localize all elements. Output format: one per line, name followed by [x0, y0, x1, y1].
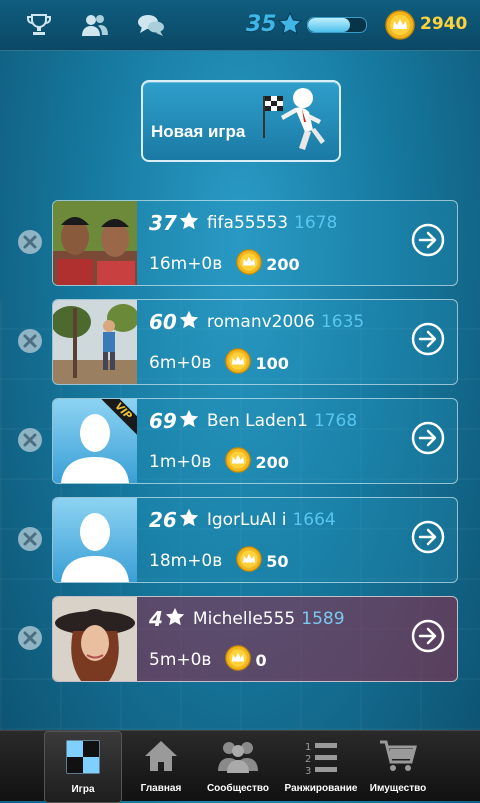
svg-text:1: 1	[305, 742, 311, 753]
player-name: fifa55553	[206, 213, 289, 233]
trophy-icon[interactable]	[24, 10, 54, 40]
bet-amount: 200	[266, 254, 300, 274]
remove-game-icon[interactable]	[17, 625, 43, 651]
player-level: 37	[149, 211, 177, 235]
bottom-navigation: Игра Главная Сообщество 123 Ранжирование…	[0, 730, 480, 803]
chat-icon[interactable]	[136, 10, 166, 40]
nav-label: Главная	[140, 783, 182, 794]
star-icon	[179, 310, 199, 334]
player-info: 4 Michelle555 1589	[149, 607, 345, 631]
game-terms: 18m+0в 50	[149, 546, 289, 576]
player-level: 26	[149, 508, 177, 532]
player-avatar	[53, 201, 137, 285]
join-game-arrow-icon[interactable]	[411, 223, 445, 257]
friends-icon[interactable]	[80, 10, 110, 40]
star-icon	[165, 607, 185, 631]
join-game-arrow-icon[interactable]	[411, 322, 445, 356]
coin-icon	[236, 546, 263, 576]
game-terms: 16m+0в 200	[149, 249, 300, 279]
ranking-icon: 123	[303, 739, 339, 779]
player-info: 37 fifa55553 1678	[149, 211, 337, 235]
game-board-icon	[66, 740, 100, 778]
player-avatar: VIP	[53, 399, 137, 483]
player-avatar	[53, 300, 137, 384]
experience-bar-fill	[308, 18, 350, 32]
player-name: romanv2006	[206, 312, 315, 332]
coin-icon	[236, 249, 263, 279]
player-level: 69	[149, 409, 177, 433]
svg-text:3: 3	[305, 766, 311, 775]
nav-tab-ranking[interactable]: 123 Ранжирование	[280, 731, 362, 801]
home-icon	[143, 739, 179, 777]
nav-tab-community[interactable]: Сообщество	[200, 731, 276, 801]
time-control: 1m+0в	[149, 452, 212, 472]
game-card[interactable]: VIP 69 Ben Laden1 1768 1m+0в 200	[52, 398, 458, 484]
running-figure-flag-icon	[255, 86, 335, 160]
game-terms: 1m+0в 200	[149, 447, 289, 477]
player-info: 60 romanv2006 1635	[149, 310, 364, 334]
join-game-arrow-icon[interactable]	[411, 619, 445, 653]
player-avatar	[53, 597, 137, 681]
player-info: 69 Ben Laden1 1768	[149, 409, 357, 433]
game-card[interactable]: 26 IgorLuAl i 1664 18m+0в 50	[52, 497, 458, 583]
svg-text:2: 2	[305, 754, 311, 765]
player-rating: 1678	[294, 213, 338, 233]
coin-icon	[225, 645, 252, 675]
player-rating: 1664	[292, 510, 336, 530]
player-level: 60	[149, 310, 177, 334]
time-control: 18m+0в	[149, 551, 223, 571]
remove-game-icon[interactable]	[17, 427, 43, 453]
player-rating: 1635	[320, 312, 365, 332]
experience-bar	[307, 17, 367, 33]
join-game-arrow-icon[interactable]	[411, 421, 445, 455]
bet-amount: 200	[255, 452, 289, 472]
player-level: 35	[246, 12, 277, 37]
shopping-cart-icon	[379, 739, 417, 777]
game-card[interactable]: 60 romanv2006 1635 6m+0в 100	[52, 299, 458, 385]
community-icon	[218, 739, 258, 777]
bet-amount: 100	[255, 353, 289, 373]
remove-game-icon[interactable]	[17, 229, 43, 255]
coin-icon	[385, 10, 415, 44]
nav-tab-home[interactable]: Главная	[126, 731, 196, 801]
star-icon	[179, 508, 199, 532]
game-card[interactable]: 4 Michelle555 1589 5m+0в 0	[52, 596, 458, 682]
bet-amount: 50	[266, 551, 289, 571]
nav-label: Игра	[71, 784, 95, 795]
bet-amount: 0	[255, 650, 267, 670]
time-control: 16m+0в	[149, 254, 223, 274]
top-bar: 35 2940	[0, 0, 480, 51]
time-control: 6m+0в	[149, 353, 212, 373]
star-icon	[179, 409, 199, 433]
game-terms: 5m+0в 0	[149, 645, 267, 675]
player-name: Michelle555	[192, 609, 296, 629]
player-avatar	[53, 498, 137, 582]
nav-label: Имущество	[369, 783, 427, 794]
player-rating: 1768	[313, 411, 358, 431]
time-control: 5m+0в	[149, 650, 212, 670]
star-icon	[179, 211, 199, 235]
game-terms: 6m+0в 100	[149, 348, 289, 378]
player-level: 4	[149, 607, 163, 631]
nav-label: Ранжирование	[284, 783, 358, 794]
new-game-label: Новая игра	[151, 122, 246, 141]
player-info: 26 IgorLuAl i 1664	[149, 508, 336, 532]
nav-tab-property[interactable]: Имущество	[364, 731, 432, 801]
game-card[interactable]: 37 fifa55553 1678 16m+0в 200	[52, 200, 458, 286]
nav-tab-game[interactable]: Игра	[44, 731, 122, 803]
join-game-arrow-icon[interactable]	[411, 520, 445, 554]
player-name: IgorLuAl i	[206, 510, 287, 530]
coin-icon	[225, 447, 252, 477]
player-rating: 1589	[301, 609, 345, 629]
coin-balance: 2940	[420, 14, 468, 34]
player-name: Ben Laden1	[206, 411, 308, 431]
remove-game-icon[interactable]	[17, 526, 43, 552]
remove-game-icon[interactable]	[17, 328, 43, 354]
new-game-button[interactable]: Новая игра	[141, 80, 341, 162]
coin-icon	[225, 348, 252, 378]
nav-label: Сообщество	[206, 783, 270, 794]
star-icon	[277, 11, 303, 40]
